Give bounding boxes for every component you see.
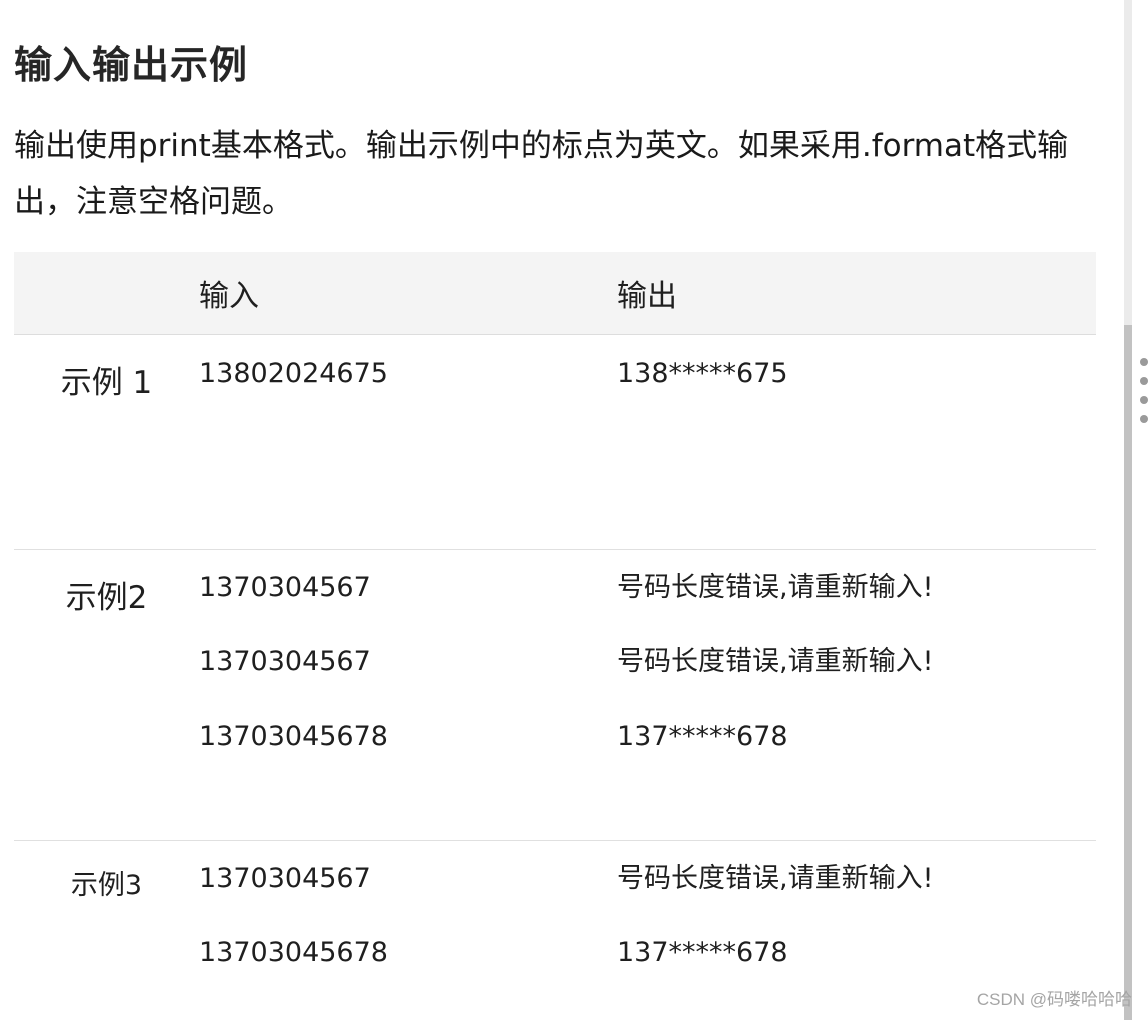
- input-value: 1370304567: [199, 862, 371, 894]
- input-cell: 1370304567 1370304567 13703045678: [199, 549, 617, 840]
- scrollbar-thumb[interactable]: [1124, 325, 1132, 1020]
- section-title: 输入输出示例: [14, 43, 249, 87]
- row-label: 示例3: [70, 869, 143, 901]
- section-description: 输出使用print基本格式。输出示例中的标点为英文。如果采用.format格式输…: [14, 128, 1069, 220]
- input-cell: 1370304567 13703045678: [199, 840, 617, 1020]
- row-label: 示例 1: [60, 364, 153, 401]
- output-value: 号码长度错误,请重新输入!: [617, 571, 934, 603]
- table-row: 示例 1 13802024675 138*****675: [14, 334, 1096, 549]
- output-value: 137*****678: [617, 720, 788, 752]
- output-cell: 号码长度错误,请重新输入! 号码长度错误,请重新输入! 137*****678: [617, 549, 1096, 840]
- header-label: [14, 252, 199, 334]
- header-output: 输出: [617, 278, 677, 314]
- output-value: 137*****678: [617, 937, 788, 968]
- vertical-dots-icon[interactable]: [1140, 358, 1148, 434]
- side-panel-strip: [1132, 0, 1148, 1020]
- input-value: 13703045678: [199, 937, 388, 968]
- input-cell: 13802024675: [199, 334, 617, 549]
- examples-table: 输入 输出 示例 1 13802024675 138*****675 示例2 1…: [14, 252, 1096, 1020]
- input-value: 13802024675: [199, 357, 388, 389]
- input-value: 1370304567: [199, 646, 371, 677]
- header-input: 输入: [199, 278, 259, 314]
- output-value: 号码长度错误,请重新输入!: [617, 646, 934, 677]
- output-cell: 138*****675: [617, 334, 1096, 549]
- input-value: 1370304567: [199, 571, 371, 603]
- output-value: 号码长度错误,请重新输入!: [617, 862, 934, 894]
- watermark: CSDN @码喽哈哈哈: [976, 990, 1132, 1009]
- output-value: 138*****675: [617, 357, 788, 389]
- table-header-row: 输入 输出: [14, 252, 1096, 334]
- input-value: 13703045678: [199, 720, 388, 752]
- row-label: 示例2: [65, 579, 148, 616]
- table-row: 示例2 1370304567 1370304567 13703045678 号码…: [14, 549, 1096, 840]
- table-row: 示例3 1370304567 13703045678 号码长度错误,请重新输入!…: [14, 840, 1096, 1020]
- page: 输入输出示例 输出使用print基本格式。输出示例中的标点为英文。如果采用.fo…: [0, 0, 1148, 1020]
